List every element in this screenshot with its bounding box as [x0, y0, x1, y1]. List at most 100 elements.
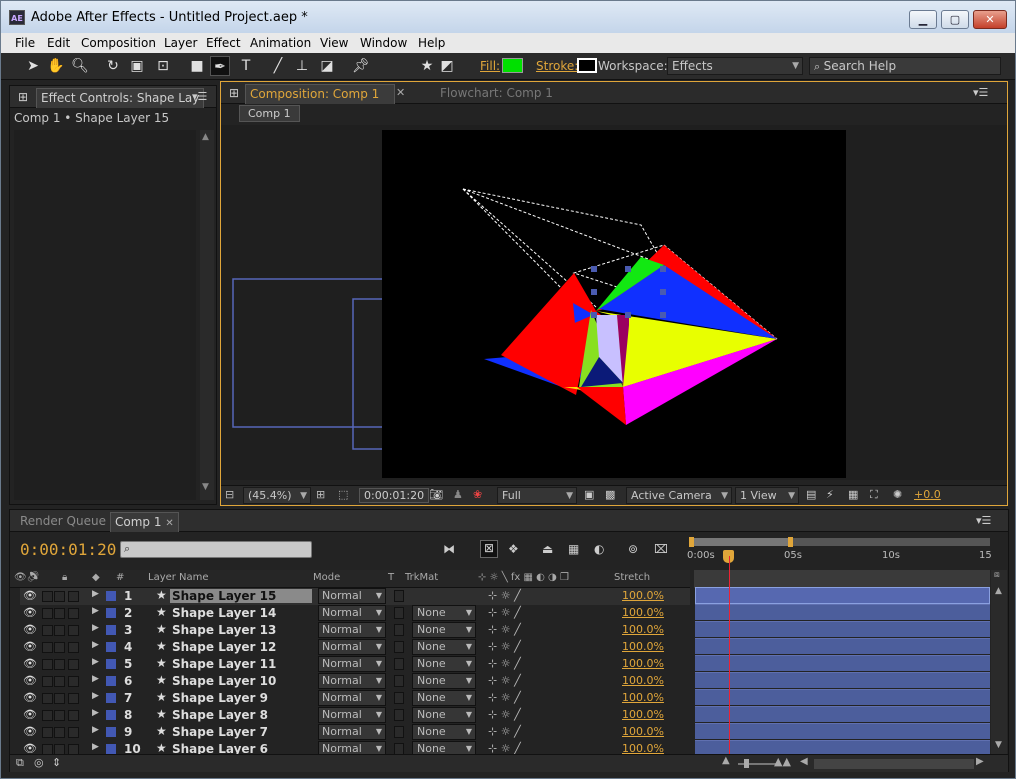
audio-toggle[interactable]: [42, 727, 53, 738]
current-time-indicator[interactable]: [729, 556, 730, 756]
layer-name[interactable]: Shape Layer 12: [172, 640, 276, 654]
label-color-swatch[interactable]: [106, 625, 116, 635]
audio-toggle[interactable]: [42, 642, 53, 653]
chevron-down-icon[interactable]: ▼: [372, 605, 386, 621]
mask-mode-icon[interactable]: ◩: [437, 56, 457, 76]
menu-animation[interactable]: Animation: [250, 36, 311, 50]
zoom-tool-icon[interactable]: 🔍︎: [70, 56, 90, 76]
layer-bar-3[interactable]: [695, 621, 990, 637]
stretch-value[interactable]: 100.0%: [622, 674, 664, 687]
close-tab-icon[interactable]: ✕: [396, 86, 405, 99]
preserve-transparency-toggle[interactable]: [394, 692, 404, 704]
audio-toggle[interactable]: [42, 625, 53, 636]
stretch-value[interactable]: 100.0%: [622, 589, 664, 602]
label-color-swatch[interactable]: [106, 659, 116, 669]
lock-toggle[interactable]: [68, 676, 79, 687]
clone-stamp-tool-icon[interactable]: ⊥: [292, 56, 312, 76]
chevron-down-icon[interactable]: ▼: [372, 724, 386, 740]
eye-icon[interactable]: 👁︎: [23, 674, 37, 687]
layer-name[interactable]: Shape Layer 7: [172, 725, 268, 739]
stretch-value[interactable]: 100.0%: [622, 640, 664, 653]
magnification-dropdown[interactable]: (45.4%) ▼: [243, 487, 311, 504]
label-color-swatch[interactable]: [106, 744, 116, 754]
scroll-up-icon[interactable]: ▲: [202, 132, 209, 142]
pen-tool-icon[interactable]: ✒: [210, 56, 230, 76]
lock-toggle[interactable]: [68, 625, 79, 636]
menu-layer[interactable]: Layer: [164, 36, 197, 50]
layer-bar-2[interactable]: [695, 604, 990, 620]
table-row[interactable]: 👁︎ ▶ 2 ★ Shape Layer 14 Normal ▼ None ▼ ⊹ ☼ ╱ 100.…: [20, 605, 690, 622]
table-row[interactable]: 👁︎ ▶ 4 ★ Shape Layer 12 Normal ▼ None ▼ ⊹ ☼ ╱ 100.…: [20, 639, 690, 656]
maximize-button[interactable]: ▢: [941, 10, 969, 29]
table-row[interactable]: 👁︎ ▶ 6 ★ Shape Layer 10 Normal ▼ None ▼ ⊹ ☼ ╱ 100.…: [20, 673, 690, 690]
expand-triangle-icon[interactable]: ▶: [92, 674, 99, 684]
work-area-start-handle[interactable]: [689, 537, 694, 547]
camera-dropdown[interactable]: Active Camera ▼: [626, 487, 732, 504]
rotation-tool-icon[interactable]: ↻: [103, 56, 123, 76]
tab-render-queue[interactable]: Render Queue: [16, 512, 110, 532]
eraser-tool-icon[interactable]: ◪: [317, 56, 337, 76]
panel-options-icon[interactable]: ▾☰: [973, 86, 988, 99]
chevron-down-icon[interactable]: ▼: [372, 690, 386, 706]
track-matte-dropdown[interactable]: None ▼: [412, 605, 476, 621]
expand-triangle-icon[interactable]: ▶: [92, 657, 99, 667]
channel-icon[interactable]: ❀: [473, 488, 482, 501]
timeline-timecode[interactable]: 0:00:01:20: [20, 540, 116, 559]
show-snapshot-icon[interactable]: ♟: [453, 488, 463, 501]
minimize-button[interactable]: ▁: [909, 10, 937, 29]
zoom-in-icon[interactable]: ⧈: [994, 570, 1000, 580]
zoom-out-mountain-icon[interactable]: ▲: [722, 755, 730, 766]
solo-toggle[interactable]: [54, 625, 65, 636]
timeline-horizontal-scrollbar[interactable]: [814, 759, 974, 769]
preserve-transparency-toggle[interactable]: [394, 709, 404, 721]
lock-toggle[interactable]: [68, 710, 79, 721]
layer-name[interactable]: Shape Layer 15: [170, 589, 312, 603]
type-tool-icon[interactable]: T: [236, 56, 256, 76]
scroll-down-icon[interactable]: ▼: [202, 482, 209, 492]
chevron-down-icon[interactable]: ▼: [372, 656, 386, 672]
preserve-transparency-toggle[interactable]: [394, 726, 404, 738]
work-area-end-handle[interactable]: [788, 537, 793, 547]
track-matte-dropdown[interactable]: None ▼: [412, 707, 476, 723]
solo-toggle[interactable]: [54, 608, 65, 619]
audio-toggle[interactable]: [42, 659, 53, 670]
camera-tool-icon[interactable]: ▣: [127, 56, 147, 76]
expand-in-out-icon[interactable]: ⇕: [52, 756, 61, 769]
selection-tool-icon[interactable]: ➤: [23, 56, 43, 76]
expand-layer-switches-icon[interactable]: ⧉: [16, 756, 24, 770]
audio-toggle[interactable]: [42, 710, 53, 721]
pan-behind-tool-icon[interactable]: ⊡: [153, 56, 173, 76]
lock-toggle[interactable]: [68, 659, 79, 670]
audio-toggle[interactable]: [42, 693, 53, 704]
layer-bar-10[interactable]: [695, 740, 990, 754]
draft-3d-icon[interactable]: ❖: [508, 542, 519, 556]
stretch-value[interactable]: 100.0%: [622, 657, 664, 670]
layer-switches[interactable]: ⊹ ☼ ╱: [488, 708, 521, 721]
scroll-right-icon[interactable]: ▶: [976, 756, 984, 767]
expand-triangle-icon[interactable]: ▶: [92, 708, 99, 718]
tab-effect-controls[interactable]: Effect Controls: Shape Lay: [36, 88, 205, 108]
stretch-value[interactable]: 100.0%: [622, 606, 664, 619]
layer-switches[interactable]: ⊹ ☼ ╱: [488, 691, 521, 704]
solo-toggle[interactable]: [54, 710, 65, 721]
lock-toggle[interactable]: [68, 727, 79, 738]
scroll-down-icon[interactable]: ▼: [995, 740, 1002, 750]
track-matte-dropdown[interactable]: None ▼: [412, 673, 476, 689]
preserve-transparency-toggle[interactable]: [394, 590, 404, 602]
track-matte-dropdown[interactable]: None ▼: [412, 622, 476, 638]
chevron-down-icon[interactable]: ▼: [372, 639, 386, 655]
menu-file[interactable]: File: [15, 36, 35, 50]
mask-visibility-icon[interactable]: ⬚: [338, 488, 348, 501]
track-matte-dropdown[interactable]: None ▼: [412, 690, 476, 706]
audio-toggle[interactable]: [42, 676, 53, 687]
lock-toggle[interactable]: [68, 591, 79, 602]
view-layout-dropdown[interactable]: 1 View ▼: [735, 487, 799, 504]
table-row[interactable]: 👁︎ ▶ 1 ★ Shape Layer 15 Normal ▼ ⊹ ☼ ╱ 100.0%: [20, 588, 690, 605]
frame-blending-icon[interactable]: ▦: [568, 542, 579, 556]
preserve-transparency-toggle[interactable]: [394, 607, 404, 619]
solo-toggle[interactable]: [54, 676, 65, 687]
chevron-down-icon[interactable]: ▼: [372, 622, 386, 638]
track-matte-dropdown[interactable]: None ▼: [412, 656, 476, 672]
layer-bar-6[interactable]: [695, 672, 990, 688]
lock-toggle[interactable]: [68, 608, 79, 619]
